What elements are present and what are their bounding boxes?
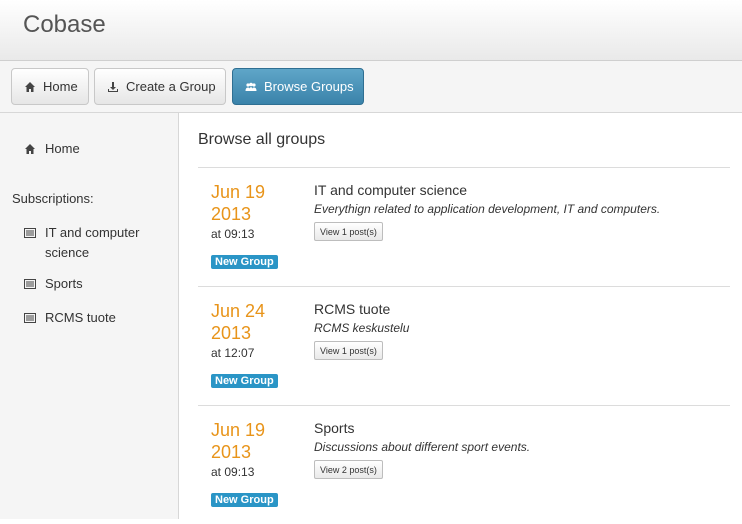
group-entry: Jun 24 2013 at 12:07 New Group RCMS tuot…	[198, 287, 730, 405]
browse-groups-label: Browse Groups	[264, 79, 354, 94]
sidebar-item-home[interactable]: Home	[24, 141, 80, 156]
app-brand[interactable]: Cobase	[23, 11, 106, 39]
group-date-year: 2013	[211, 442, 252, 462]
group-date-day: Jun 19	[211, 182, 266, 202]
subscriptions-header: Subscriptions:	[12, 191, 94, 206]
top-navbar: Cobase	[0, 0, 742, 61]
group-time: at 12:07	[211, 346, 255, 360]
view-posts-button[interactable]: View 2 post(s)	[314, 460, 383, 479]
download-icon	[108, 81, 118, 92]
group-date: Jun 24 2013	[211, 300, 265, 344]
group-icon	[245, 82, 257, 91]
page-title: Browse all groups	[198, 131, 326, 148]
sidebar-item-label: Home	[45, 141, 80, 156]
home-icon	[25, 144, 35, 154]
group-time: at 09:13	[211, 465, 255, 479]
group-description: RCMS keskustelu	[314, 321, 410, 335]
sidebar-item-label: RCMS tuote	[45, 310, 116, 325]
group-date: Jun 19 2013	[211, 419, 265, 463]
list-icon	[24, 279, 36, 289]
group-date-year: 2013	[211, 323, 252, 343]
group-date-year: 2013	[211, 204, 252, 224]
group-date: Jun 19 2013	[211, 181, 265, 225]
sidebar-item-sports[interactable]: Sports	[24, 276, 83, 291]
view-posts-button[interactable]: View 1 post(s)	[314, 341, 383, 360]
home-button-label: Home	[43, 79, 78, 94]
view-posts-button[interactable]: View 1 post(s)	[314, 222, 383, 241]
home-button[interactable]: Home	[11, 68, 89, 105]
new-group-badge: New Group	[211, 493, 278, 507]
group-date-day: Jun 19	[211, 420, 266, 440]
sidebar-item-label: Sports	[45, 276, 83, 291]
list-icon	[24, 228, 36, 238]
group-name[interactable]: Sports	[314, 420, 354, 436]
create-group-label: Create a Group	[126, 79, 216, 94]
home-icon	[25, 81, 35, 92]
sidebar: Home Subscriptions: IT and computer scie…	[0, 113, 179, 519]
group-description: Discussions about different sport events…	[314, 440, 531, 454]
create-group-button[interactable]: Create a Group	[94, 68, 226, 105]
group-entry: Jun 19 2013 at 09:13 New Group IT and co…	[198, 168, 730, 286]
action-toolbar: Home Create a Group Browse Groups	[0, 61, 742, 113]
sidebar-item-rcms-tuote[interactable]: RCMS tuote	[24, 310, 116, 325]
browse-groups-button[interactable]: Browse Groups	[232, 68, 364, 105]
sidebar-item-label: IT and computer science	[45, 225, 140, 260]
group-time: at 09:13	[211, 227, 255, 241]
group-name[interactable]: IT and computer science	[314, 182, 467, 198]
new-group-badge: New Group	[211, 255, 278, 269]
group-entry: Jun 19 2013 at 09:13 New Group Sports Di…	[198, 406, 730, 524]
new-group-badge: New Group	[211, 374, 278, 388]
list-icon	[24, 313, 36, 323]
group-name[interactable]: RCMS tuote	[314, 301, 390, 317]
group-description: Everythign related to application develo…	[314, 202, 661, 216]
group-date-day: Jun 24	[211, 301, 266, 321]
sidebar-item-it-and-computer-science[interactable]: IT and computer science	[24, 223, 154, 263]
